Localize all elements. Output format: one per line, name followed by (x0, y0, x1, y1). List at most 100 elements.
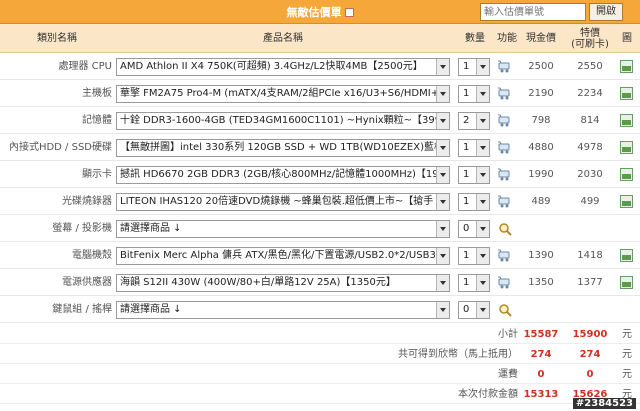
summary-cash: 15313 (523, 389, 559, 400)
chevron-down-icon[interactable] (436, 275, 449, 291)
chevron-down-icon[interactable] (476, 167, 489, 183)
summary-label: 運費 (498, 369, 518, 380)
cash-price: 1990 (528, 169, 554, 180)
shopping-cart-icon[interactable] (498, 87, 512, 101)
quantity-select[interactable]: 0 (458, 220, 490, 238)
chevron-down-icon[interactable] (436, 86, 449, 102)
product-select[interactable]: 請選擇商品 ↓ (116, 220, 450, 238)
product-select[interactable]: 請選擇商品 ↓ (116, 301, 450, 319)
summary-special: 274 (579, 349, 601, 360)
category-label: 顯示卡 (82, 169, 112, 180)
image-icon[interactable] (620, 141, 633, 154)
search-icon[interactable] (498, 303, 512, 317)
table-row: 螢幕 / 投影機 請選擇商品 ↓ 0 (0, 216, 640, 242)
product-selected: 華擎 FM2A75 Pro4-M (mATX/4支RAM/2組PCIe x16/… (120, 88, 447, 99)
product-selected: 【無敵拼圖】intel 330系列 120GB SSD + WD 1TB(WD1… (120, 142, 444, 153)
table-row: 顯示卡 撼訊 HD6670 2GB DDR3 (2GB/核心800MHz/記憶體1… (0, 162, 640, 188)
chevron-down-icon[interactable] (436, 194, 449, 210)
search-icon[interactable] (498, 222, 512, 236)
cash-price: 2500 (528, 61, 554, 72)
product-select[interactable]: AMD Athlon II X4 750K(可超頻) 3.4GHz/L2快取4M… (116, 58, 450, 76)
product-select[interactable]: 【無敵拼圖】intel 330系列 120GB SSD + WD 1TB(WD1… (116, 139, 450, 157)
special-price: 1377 (577, 277, 603, 288)
image-icon[interactable] (620, 168, 633, 181)
shopping-cart-icon[interactable] (498, 195, 512, 209)
special-price: 814 (580, 115, 600, 126)
product-select[interactable]: 海韻 S12II 430W (400W/80+白/單路12V 25A)【1350… (116, 274, 450, 292)
image-icon[interactable] (620, 114, 633, 127)
open-button[interactable]: 開啟 (589, 3, 623, 21)
summary-unit: 元 (622, 369, 632, 380)
summary-label: 共可得到欣幣（馬上抵用） (398, 349, 518, 360)
quantity-select[interactable]: 1 (458, 193, 490, 211)
quantity-select[interactable]: 1 (458, 85, 490, 103)
chevron-down-icon[interactable] (476, 248, 489, 264)
chevron-down-icon[interactable] (476, 221, 489, 237)
chevron-down-icon[interactable] (476, 113, 489, 129)
quantity-select[interactable]: 1 (458, 274, 490, 292)
quantity-value: 1 (463, 196, 470, 207)
category-label: 記憶體 (82, 115, 112, 126)
chevron-down-icon[interactable] (476, 86, 489, 102)
chevron-down-icon[interactable] (436, 248, 449, 264)
image-icon[interactable] (620, 87, 633, 100)
product-select[interactable]: 十銓 DDR3-1600-4GB (TED34GM1600C1101) ~Hyn… (116, 112, 450, 130)
quantity-select[interactable]: 2 (458, 112, 490, 130)
category-label: 內接式HDD / SSD硬碟 (8, 142, 112, 153)
col-product: 產品名稱 (263, 33, 303, 44)
summary-cash: 274 (530, 349, 552, 360)
chevron-down-icon[interactable] (476, 302, 489, 318)
quantity-value: 0 (463, 223, 470, 234)
chevron-down-icon[interactable] (436, 59, 449, 75)
chevron-down-icon[interactable] (476, 194, 489, 210)
quantity-select[interactable]: 1 (458, 247, 490, 265)
col-category: 類別名稱 (37, 33, 77, 44)
external-link-icon[interactable] (344, 8, 354, 17)
chevron-down-icon[interactable] (476, 275, 489, 291)
product-select[interactable]: 撼訊 HD6670 2GB DDR3 (2GB/核心800MHz/記憶體1000… (116, 166, 450, 184)
quantity-select[interactable]: 1 (458, 58, 490, 76)
shopping-cart-icon[interactable] (498, 168, 512, 182)
category-label: 電源供應器 (62, 277, 112, 288)
quantity-value: 0 (463, 304, 470, 315)
quantity-select[interactable]: 0 (458, 301, 490, 319)
special-price: 1418 (577, 250, 603, 261)
summary-row: 共可得到欣幣（馬上抵用） 274 274 元 (0, 345, 640, 364)
image-icon[interactable] (620, 60, 633, 73)
shopping-cart-icon[interactable] (498, 114, 512, 128)
special-price: 4978 (577, 142, 603, 153)
top-bar: 無敵估價單 開啟 (0, 0, 640, 24)
chevron-down-icon[interactable] (436, 221, 449, 237)
shopping-cart-icon[interactable] (498, 60, 512, 74)
cash-price: 4880 (528, 142, 554, 153)
table-row: 電腦機殼 BitFenix Merc Alpha 傭兵 ATX/黑色/黑化/下置電… (0, 243, 640, 269)
shopping-cart-icon[interactable] (498, 276, 512, 290)
cash-price: 1390 (528, 250, 554, 261)
summary-unit: 元 (622, 349, 632, 360)
chevron-down-icon[interactable] (436, 302, 449, 318)
product-selected: 撼訊 HD6670 2GB DDR3 (2GB/核心800MHz/記憶體1000… (120, 169, 445, 180)
product-select[interactable]: 華擎 FM2A75 Pro4-M (mATX/4支RAM/2組PCIe x16/… (116, 85, 450, 103)
table-row: 記憶體 十銓 DDR3-1600-4GB (TED34GM1600C1101) ~… (0, 108, 640, 134)
summary-row: 小計 15587 15900 元 (0, 325, 640, 344)
image-icon[interactable] (620, 195, 633, 208)
quantity-select[interactable]: 1 (458, 166, 490, 184)
shopping-cart-icon[interactable] (498, 141, 512, 155)
product-selected: 請選擇商品 ↓ (120, 223, 182, 234)
chevron-down-icon[interactable] (436, 113, 449, 129)
product-select[interactable]: LITEON IHAS120 20倍速DVD燒錄機 ~蜂巢包裝.超低價上市~【搶… (116, 193, 450, 211)
image-icon[interactable] (620, 249, 633, 262)
quote-number-input[interactable] (480, 3, 586, 21)
category-label: 電腦機殼 (72, 250, 112, 261)
chevron-down-icon[interactable] (436, 140, 449, 156)
chevron-down-icon[interactable] (476, 140, 489, 156)
quantity-select[interactable]: 1 (458, 139, 490, 157)
product-selected: 海韻 S12II 430W (400W/80+白/單路12V 25A)【1350… (120, 277, 396, 288)
chevron-down-icon[interactable] (436, 167, 449, 183)
chevron-down-icon[interactable] (476, 59, 489, 75)
product-selected: 十銓 DDR3-1600-4GB (TED34GM1600C1101) ~Hyn… (120, 115, 450, 126)
col-image: 圖 (622, 33, 632, 44)
shopping-cart-icon[interactable] (498, 249, 512, 263)
product-select[interactable]: BitFenix Merc Alpha 傭兵 ATX/黑色/黑化/下置電源/US… (116, 247, 450, 265)
image-icon[interactable] (620, 276, 633, 289)
